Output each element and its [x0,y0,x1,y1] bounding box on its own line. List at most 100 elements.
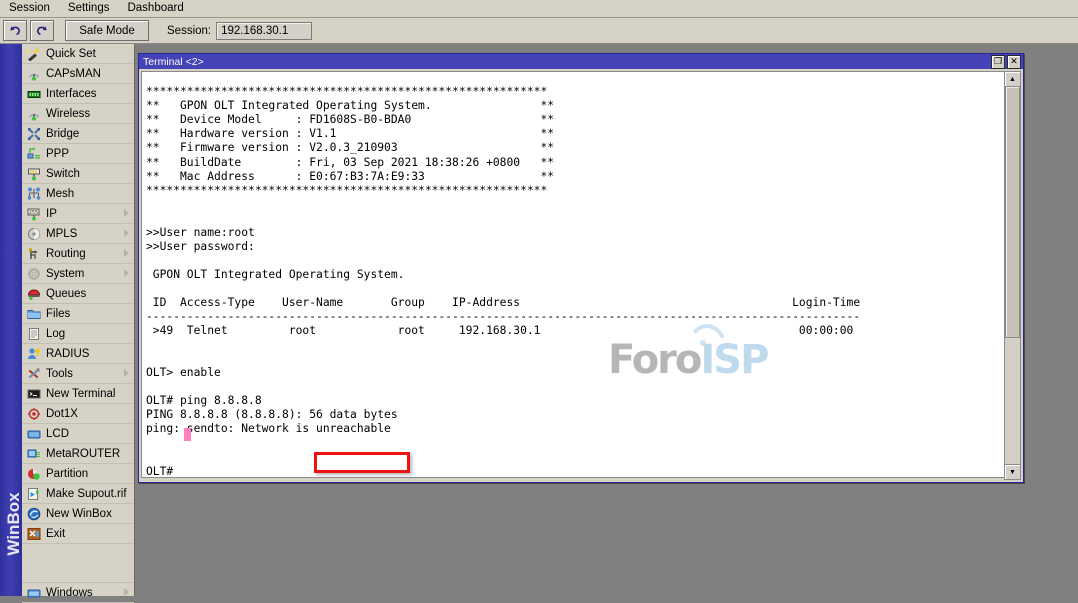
sidebar-item-system[interactable]: System [22,264,134,284]
session-address-field[interactable]: 192.168.30.1 [216,22,312,40]
sidebar-item-label: PPP [46,148,69,160]
terminal-text: ****************************************… [146,85,860,478]
mesh-icon [26,186,41,201]
sidebar-item-switch[interactable]: Switch [22,164,134,184]
sidebar-item-ppp[interactable]: PPP [22,144,134,164]
chevron-right-icon [124,249,129,257]
scroll-up-button[interactable]: ▲ [1004,71,1021,87]
sidebar-item-windows[interactable]: Windows [22,583,134,603]
sidebar-item-label: New Terminal [46,388,115,400]
exit-icon [26,526,41,541]
sidebar-item-metarouter[interactable]: MetaROUTER [22,444,134,464]
sidebar-item-label: Windows [46,587,93,599]
sidebar-item-tools[interactable]: Tools [22,364,134,384]
terminal-icon [26,386,41,401]
chevron-right-icon [124,229,129,237]
sidebar-item-label: RADIUS [46,348,89,360]
chevron-right-icon [124,209,129,217]
sidebar-item-label: Files [46,308,70,320]
metarouter-icon [26,446,41,461]
terminal-title-bar[interactable]: Terminal <2> ❐ ✕ [139,54,1023,69]
svg-text:255: 255 [28,209,37,215]
tools-icon [26,366,41,381]
menu-item-dashboard[interactable]: Dashboard [118,1,192,16]
supout-icon [26,486,41,501]
antenna-icon [26,66,41,81]
folder-icon [26,306,41,321]
ip-255-icon: 255 [26,206,41,221]
chevron-right-icon [124,369,129,377]
wand-icon [26,46,41,61]
sidebar-menu: Quick Set CAPsMAN Interfaces [22,44,135,596]
sidebar-item-lcd[interactable]: LCD [22,424,134,444]
sidebar-item-label: IP [46,208,57,220]
switch-icon [26,166,41,181]
sidebar-item-label: Partition [46,468,88,480]
terminal-output-area[interactable]: ****************************************… [141,71,1006,478]
sidebar-item-partition[interactable]: Partition [22,464,134,484]
terminal-cursor [184,428,191,441]
sidebar-item-label: Log [46,328,65,340]
sidebar-item-log[interactable]: Log [22,324,134,344]
sidebar-item-label: Dot1X [46,408,78,420]
antenna-icon [26,106,41,121]
sidebar-item-files[interactable]: Files [22,304,134,324]
sidebar-item-label: Switch [46,168,80,180]
redo-arrow-icon [35,24,49,37]
toolbar: Safe Mode Session: 192.168.30.1 [0,18,1078,44]
sidebar-item-interfaces[interactable]: Interfaces [22,84,134,104]
winbox-branding-strip: WinBox [0,44,22,596]
gear-icon [26,266,41,281]
sidebar-item-capsman[interactable]: CAPsMAN [22,64,134,84]
terminal-title-text: Terminal <2> [143,56,204,68]
sidebar-item-dot1x[interactable]: Dot1X [22,404,134,424]
interface-icon [26,86,41,101]
chevron-right-icon [124,269,129,277]
undo-button[interactable] [3,20,27,41]
sidebar-item-label: Routing [46,248,86,260]
sidebar-item-label: Mesh [46,188,74,200]
window-controls: ❐ ✕ [991,55,1023,69]
close-button[interactable]: ✕ [1007,55,1021,69]
sidebar-item-label: New WinBox [46,508,112,520]
sidebar-item-wireless[interactable]: Wireless [22,104,134,124]
sidebar-item-bridge[interactable]: Bridge [22,124,134,144]
sidebar-item-label: LCD [46,428,69,440]
sidebar-spacer [22,544,134,563]
sidebar-item-label: Bridge [46,128,79,140]
safe-mode-button[interactable]: Safe Mode [65,20,149,41]
winbox-icon [26,506,41,521]
sidebar-item-radius[interactable]: RADIUS [22,344,134,364]
scroll-down-button[interactable]: ▼ [1004,464,1021,480]
undo-arrow-icon [8,24,22,37]
sidebar-item-queues[interactable]: Queues [22,284,134,304]
session-label: Session: [167,25,211,37]
sidebar-item-label: Interfaces [46,88,97,100]
radius-user-icon [26,346,41,361]
terminal-scrollbar[interactable]: ▲ ▼ [1004,71,1021,480]
sidebar-item-quick-set[interactable]: Quick Set [22,44,134,64]
chevron-right-icon [124,588,129,596]
sidebar-item-label: System [46,268,84,280]
scrollbar-thumb[interactable] [1005,86,1020,338]
menu-item-settings[interactable]: Settings [59,1,119,16]
sidebar-item-new-terminal[interactable]: New Terminal [22,384,134,404]
sidebar-item-label: MPLS [46,228,77,240]
sidebar-item-mpls[interactable]: MPLS [22,224,134,244]
sidebar-item-exit[interactable]: Exit [22,524,134,544]
sidebar-item-make-supout[interactable]: Make Supout.rif [22,484,134,504]
maximize-button[interactable]: ❐ [991,55,1005,69]
sidebar-separator [22,563,134,583]
menu-bar: Session Settings Dashboard [0,0,1078,18]
menu-item-session[interactable]: Session [0,1,59,16]
routing-icon [26,246,41,261]
redo-button[interactable] [30,20,54,41]
sidebar-item-routing[interactable]: Routing [22,244,134,264]
sidebar-item-ip[interactable]: 255 IP [22,204,134,224]
partition-icon [26,466,41,481]
mpls-icon [26,226,41,241]
sidebar-item-label: MetaROUTER [46,448,120,460]
sidebar-item-new-winbox[interactable]: New WinBox [22,504,134,524]
sidebar-item-mesh[interactable]: Mesh [22,184,134,204]
sidebar-item-label: Quick Set [46,48,96,60]
